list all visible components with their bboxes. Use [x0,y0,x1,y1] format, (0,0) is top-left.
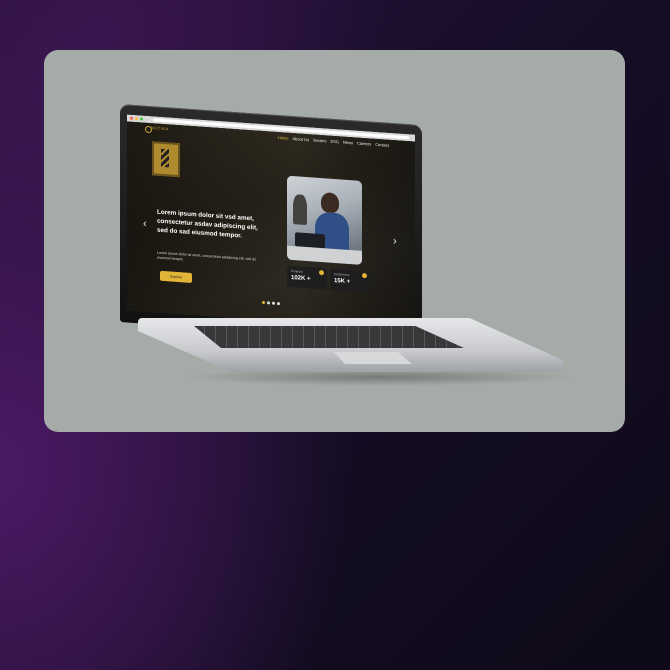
explore-button: Explore [160,270,192,284]
nav-item-home: Home [277,135,289,141]
person-head [321,192,339,214]
maximize-dot-icon [140,117,143,121]
stat-badge-icon [319,269,324,276]
wall-poster [152,141,180,178]
hero-title: Lorem ipsum dolor sit vsd amet, consecte… [157,208,258,240]
nav-item-news: News [342,139,353,146]
close-dot-icon [130,116,133,120]
pager-dot [262,300,265,305]
nav-item-contact: Contact [375,141,389,148]
stat-badge-icon [362,272,367,279]
prev-arrow-icon: ‹ [143,217,147,230]
minimize-dot-icon [135,117,138,121]
nav-item-esg: ESG [330,138,339,145]
nav-item-careers: Careers [356,140,372,147]
site-logo: NUTIKA [151,125,169,132]
stat-value: 15K + [334,277,351,286]
stat-label: Customers [334,271,350,278]
pager-dot [277,301,280,306]
laptop-lid: NUTIKA Home About Us Sectors ESG News Ca… [120,104,422,344]
pager-dot [272,301,275,305]
website-hero: NUTIKA Home About Us Sectors ESG News Ca… [127,121,415,331]
desk [287,245,362,265]
nav-item-about: About Us [292,136,309,143]
pager-dot [267,301,270,305]
stat-card-projects: Projects 102K + [287,265,327,290]
nav-item-sectors: Sectors [312,137,327,144]
next-arrow-icon: › [393,235,397,248]
hero-photo [287,175,362,265]
stat-value: 102K + [291,274,311,283]
stat-label: Projects [291,268,303,274]
stat-card-customers: Customers 15K + [330,268,370,293]
mockup-card: NUTIKA Home About Us Sectors ESG News Ca… [44,50,625,432]
laptop-screen: NUTIKA Home About Us Sectors ESG News Ca… [127,114,415,331]
person-background [293,194,307,226]
hero-subtitle: Lorem ipsum dolor sit amet, consectetur … [157,250,257,262]
carousel-pager [262,300,280,306]
